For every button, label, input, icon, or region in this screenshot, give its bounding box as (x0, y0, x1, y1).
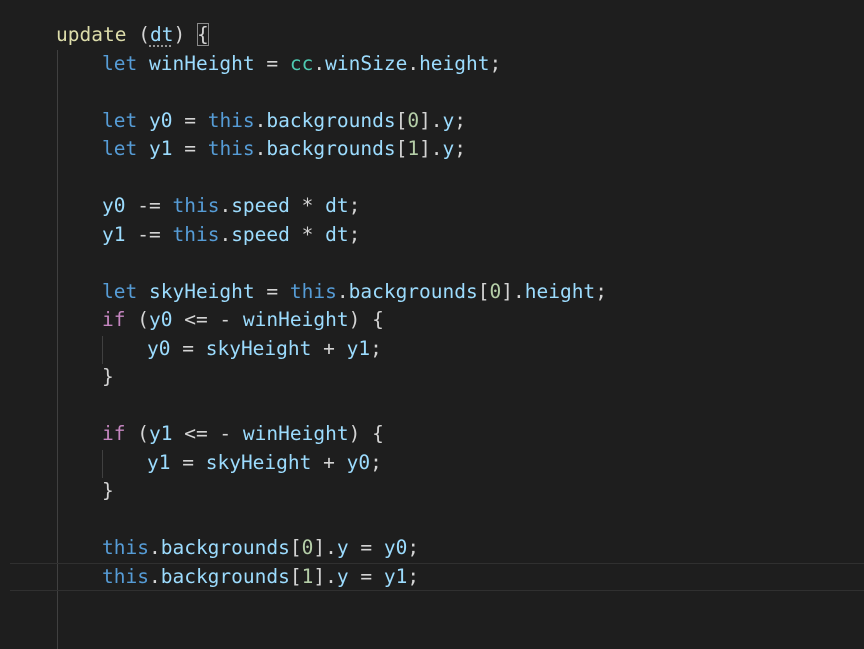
code-line[interactable]: y0 = skyHeight + y1; (147, 335, 382, 364)
code-line[interactable]: if (y1 <= - winHeight) { (102, 420, 384, 449)
param-dt: dt (149, 23, 174, 46)
code-line[interactable]: } (102, 477, 114, 506)
indent-guide (102, 336, 103, 364)
code-line[interactable]: y1 -= this.speed * dt; (102, 221, 360, 250)
indent-guide (102, 450, 103, 478)
code-line[interactable]: y1 = skyHeight + y0; (147, 449, 382, 478)
code-line[interactable]: this.backgrounds[0].y = y0; (102, 534, 419, 563)
code-line[interactable]: y0 -= this.speed * dt; (102, 192, 360, 221)
indent-guide (57, 50, 58, 649)
code-editor[interactable]: update (dt) { let winHeight = cc.winSize… (0, 0, 864, 649)
code-line[interactable]: let winHeight = cc.winSize.height; (102, 50, 501, 79)
code-line[interactable]: let y1 = this.backgrounds[1].y; (102, 135, 466, 164)
code-line[interactable]: if (y0 <= - winHeight) { (102, 306, 384, 335)
function-name: update (56, 23, 127, 46)
code-line[interactable]: update (dt) { (56, 21, 209, 50)
code-line[interactable]: this.backgrounds[1].y = y1; (102, 563, 419, 592)
code-line[interactable]: } (102, 363, 114, 392)
code-line[interactable]: let y0 = this.backgrounds[0].y; (102, 107, 466, 136)
matched-brace: { (196, 23, 209, 46)
code-line[interactable]: let skyHeight = this.backgrounds[0].heig… (102, 278, 607, 307)
